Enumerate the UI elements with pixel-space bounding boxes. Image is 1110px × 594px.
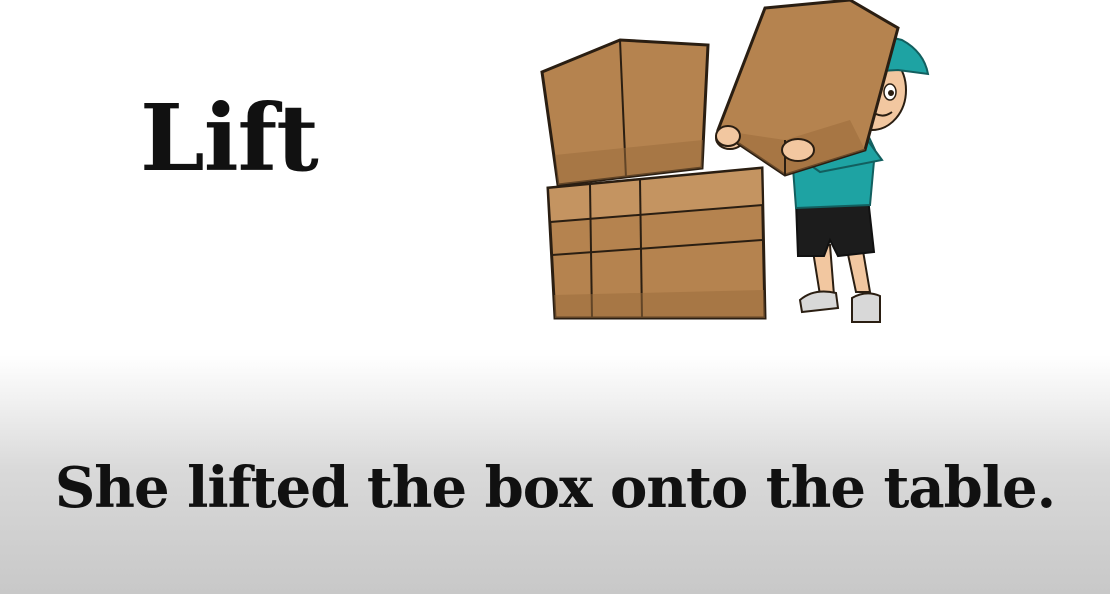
vocabulary-word: Lift [140,84,319,192]
example-sentence: She lifted the box onto the table. [54,455,1056,521]
vocabulary-slide: Lift She lifted the box onto the table. [0,0,1110,594]
stacked-cardboard-boxes-icon [540,38,767,320]
illustration [540,0,930,323]
